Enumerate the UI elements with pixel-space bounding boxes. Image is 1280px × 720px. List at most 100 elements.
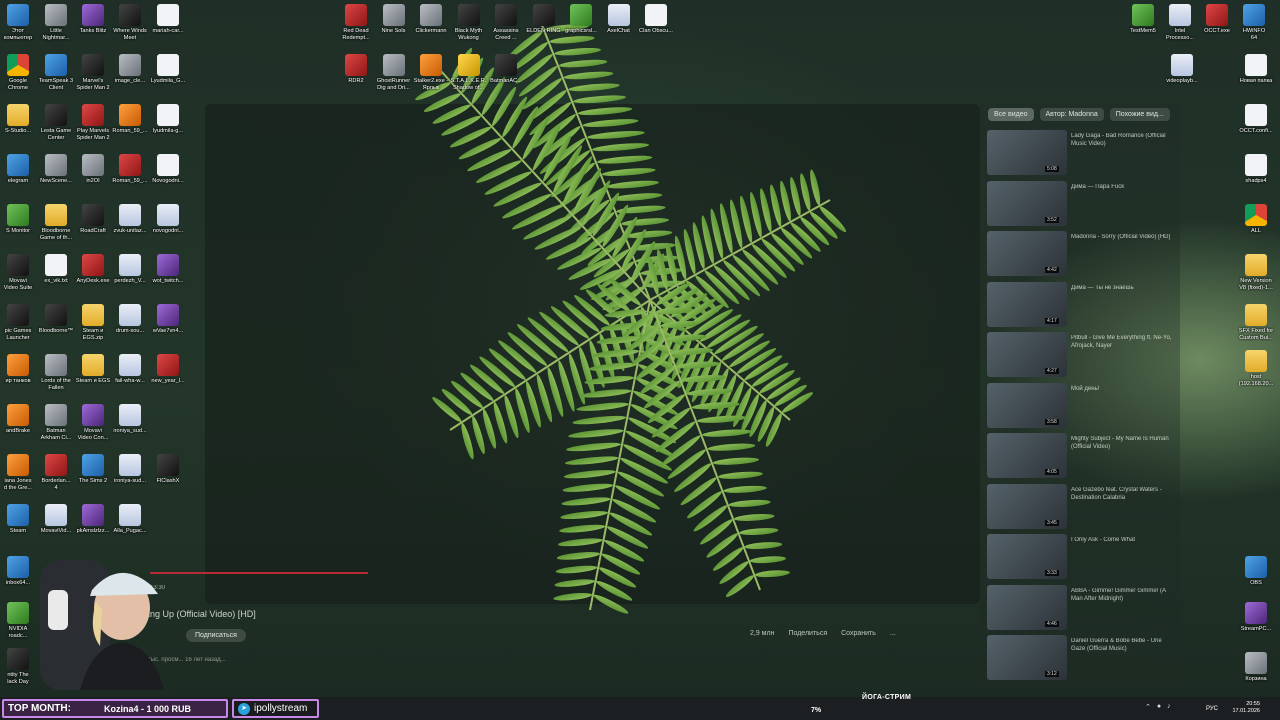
stream-title: ЙОГА-СТРИМ bbox=[862, 694, 912, 701]
desktop-icon-5-4[interactable]: wVae7vn4... bbox=[136, 304, 200, 354]
frond-7-leaflet bbox=[718, 471, 763, 479]
desktop-icon-4-4[interactable]: wot_twitch... bbox=[136, 254, 200, 304]
desktop-app-icon bbox=[157, 4, 179, 26]
frond-6-leaflet bbox=[556, 552, 600, 560]
desktop-app-icon bbox=[157, 354, 179, 376]
icon-label: Clan Obscu... bbox=[639, 28, 673, 34]
icon-label: new_year_l... bbox=[151, 378, 185, 384]
icon-label: mariah-car... bbox=[152, 28, 184, 34]
right-icon-2[interactable]: OCCT.confi... bbox=[1224, 104, 1280, 154]
top-row1-app-icon bbox=[645, 4, 667, 26]
right-app-icon bbox=[1245, 254, 1267, 276]
desktop-bottom-app-icon bbox=[7, 602, 29, 624]
desktop-icon-8-4[interactable]: FlClashX bbox=[136, 454, 200, 504]
top-right-app-icon bbox=[1243, 4, 1265, 26]
recommendation-item[interactable]: 4:27 Pitbull - Give Me Everything ft. Ne-… bbox=[987, 332, 1177, 378]
recommendation-item[interactable]: 4:17 Дима — Ты не знаешь bbox=[987, 281, 1177, 328]
clock[interactable]: 20:55 17.01.2026 bbox=[1222, 701, 1260, 715]
desktop-app-icon bbox=[157, 54, 179, 76]
desktop-icon-9-3[interactable]: Alla_Pugac... bbox=[98, 504, 162, 554]
right-app-icon bbox=[1245, 350, 1267, 372]
progress-percent: 7% bbox=[811, 707, 822, 714]
desktop-icon-4[interactable]: mariah-car... bbox=[136, 4, 200, 54]
right-app-icon bbox=[1245, 652, 1267, 674]
right-icon-1[interactable]: Новая папка bbox=[1224, 54, 1280, 104]
desktop-app-icon bbox=[157, 154, 179, 176]
desktop-icon-0-4[interactable]: Lyudmila_G... bbox=[136, 54, 200, 104]
chevron-up-icon[interactable]: ⌃ bbox=[1145, 703, 1151, 711]
recommendation-item[interactable]: 4:46 ABBA - Gimme! Gimme! Gimme! (A Man A… bbox=[987, 584, 1177, 631]
top-row1-icon-8[interactable]: Clan Obscu... bbox=[624, 4, 688, 54]
frond-6-leaflet bbox=[568, 429, 624, 438]
desktop-icon-7-3[interactable]: ironiya_sud... bbox=[98, 404, 162, 454]
recommendation-item[interactable]: 4:42 Madonna - Sorry (Official Video) [HD… bbox=[987, 231, 1177, 277]
language-indicator[interactable]: РУС bbox=[1206, 706, 1218, 712]
recommendation-item[interactable]: 3:33 I Only Ask - Come What bbox=[987, 534, 1177, 580]
recommendation-duration: 4:42 bbox=[1045, 267, 1059, 273]
desktop-app-icon bbox=[157, 104, 179, 126]
right-icon-8[interactable]: OBS bbox=[1224, 556, 1280, 606]
more-button[interactable]: ... bbox=[890, 630, 896, 637]
frond-6-leaflet bbox=[557, 538, 603, 547]
recommendation-item[interactable]: 3:58 Мой день! bbox=[987, 382, 1177, 429]
fern-fronds bbox=[415, 19, 847, 614]
right-icon-3[interactable]: shadps4 bbox=[1224, 154, 1280, 204]
frond-6-leaflet bbox=[564, 456, 619, 465]
recommendation-title: Ace Gazebo feat. Crystal Waters - Destin… bbox=[1071, 486, 1162, 501]
chair-stripe bbox=[48, 590, 68, 630]
right-icon-9[interactable]: StreamPC... bbox=[1224, 602, 1280, 652]
frond-1-leaflet bbox=[568, 83, 620, 92]
top-right-icon-3[interactable]: HWiNFO 64 bbox=[1222, 4, 1280, 54]
chip-all-videos[interactable]: Все видео bbox=[988, 108, 1034, 121]
right-app-icon bbox=[1245, 556, 1267, 578]
icon-label: Lyudmila_G... bbox=[150, 78, 186, 84]
system-tray[interactable]: ⌃ ● ♪ bbox=[1145, 703, 1171, 711]
recommendation-title: Дима — Ты не знаешь bbox=[1071, 284, 1134, 291]
top-row2-icon-4[interactable]: BatmanAC... bbox=[474, 54, 538, 104]
recommendation-item[interactable]: 4:05 Mighty Subject - My Name Is Human (O… bbox=[987, 433, 1177, 479]
right-icon-5[interactable]: New Version V8 (fixed)-1... bbox=[1224, 254, 1280, 304]
desktop-app-icon bbox=[157, 454, 179, 476]
desktop-icon-6-4[interactable]: new_year_l... bbox=[136, 354, 200, 404]
icon-label: Корзина bbox=[1245, 676, 1267, 682]
recommendation-item[interactable]: 3:12 Daniel Guerra & Bobe Bebe - Une Gaze… bbox=[987, 635, 1177, 681]
right-app-icon bbox=[1171, 54, 1193, 76]
frond-7-leaflet bbox=[744, 542, 783, 550]
recommendation-item[interactable]: 3:45 Ace Gazebo feat. Crystal Waters - De… bbox=[987, 483, 1177, 530]
right-icon-0[interactable]: videoplayb... bbox=[1150, 54, 1214, 104]
telegram-icon: ➤ bbox=[238, 702, 250, 715]
recommendation-duration: 3:12 bbox=[1045, 671, 1059, 677]
desktop-app-icon bbox=[157, 204, 179, 226]
desktop-app-icon bbox=[119, 504, 141, 526]
recommendation-duration: 5:08 bbox=[1045, 166, 1059, 172]
chip-related[interactable]: Похожие вид... bbox=[1109, 108, 1170, 121]
desktop-icon-3-4[interactable]: novogodni... bbox=[136, 204, 200, 254]
frond-6-leaflet bbox=[559, 524, 606, 533]
frond-7-leaflet bbox=[749, 556, 787, 564]
right-icon-7[interactable]: host (192.168.20... bbox=[1224, 350, 1280, 400]
frond-7-leaflet bbox=[723, 485, 767, 493]
network-icon[interactable]: ● bbox=[1157, 703, 1161, 711]
frond-1-leaflet bbox=[563, 71, 614, 80]
telegram-banner: ➤ ipollystream bbox=[232, 699, 319, 718]
desktop-icon-1-4[interactable]: lyudmila-g... bbox=[136, 104, 200, 154]
recommendation-duration: 3:58 bbox=[1045, 418, 1059, 425]
right-icon-10[interactable]: Корзина bbox=[1224, 652, 1280, 702]
volume-icon[interactable]: ♪ bbox=[1167, 703, 1171, 711]
frond-3-leaflet bbox=[810, 169, 821, 206]
icon-label: FlClashX bbox=[156, 478, 180, 484]
chip-author[interactable]: Автор: Madonna bbox=[1039, 108, 1104, 121]
frond-6-leaflet bbox=[555, 565, 598, 574]
icon-label: SFX Fixed for Custom Bui... bbox=[1238, 328, 1274, 341]
desktop-bottom-app-icon bbox=[7, 648, 29, 670]
recommendation-item[interactable]: 5:08 Lady Gaga - Bad Romance (Official Mu… bbox=[987, 130, 1177, 176]
right-icon-6[interactable]: SFX Fixed for Custom Bui... bbox=[1224, 304, 1280, 354]
recommendation-item[interactable]: 3:52 Дима — Пара Fuck bbox=[987, 180, 1177, 227]
desktop-bottom-app-icon bbox=[7, 556, 29, 578]
desktop-icon-2-4[interactable]: Novogodni... bbox=[136, 154, 200, 204]
frond-3-leaflet bbox=[819, 206, 847, 233]
frond-6-leaflet bbox=[561, 497, 611, 506]
icon-label: host (192.168.20... bbox=[1238, 374, 1274, 387]
recommendation-title: Mighty Subject - My Name Is Human (Offic… bbox=[1071, 436, 1169, 450]
right-icon-4[interactable]: ALL bbox=[1224, 204, 1280, 254]
